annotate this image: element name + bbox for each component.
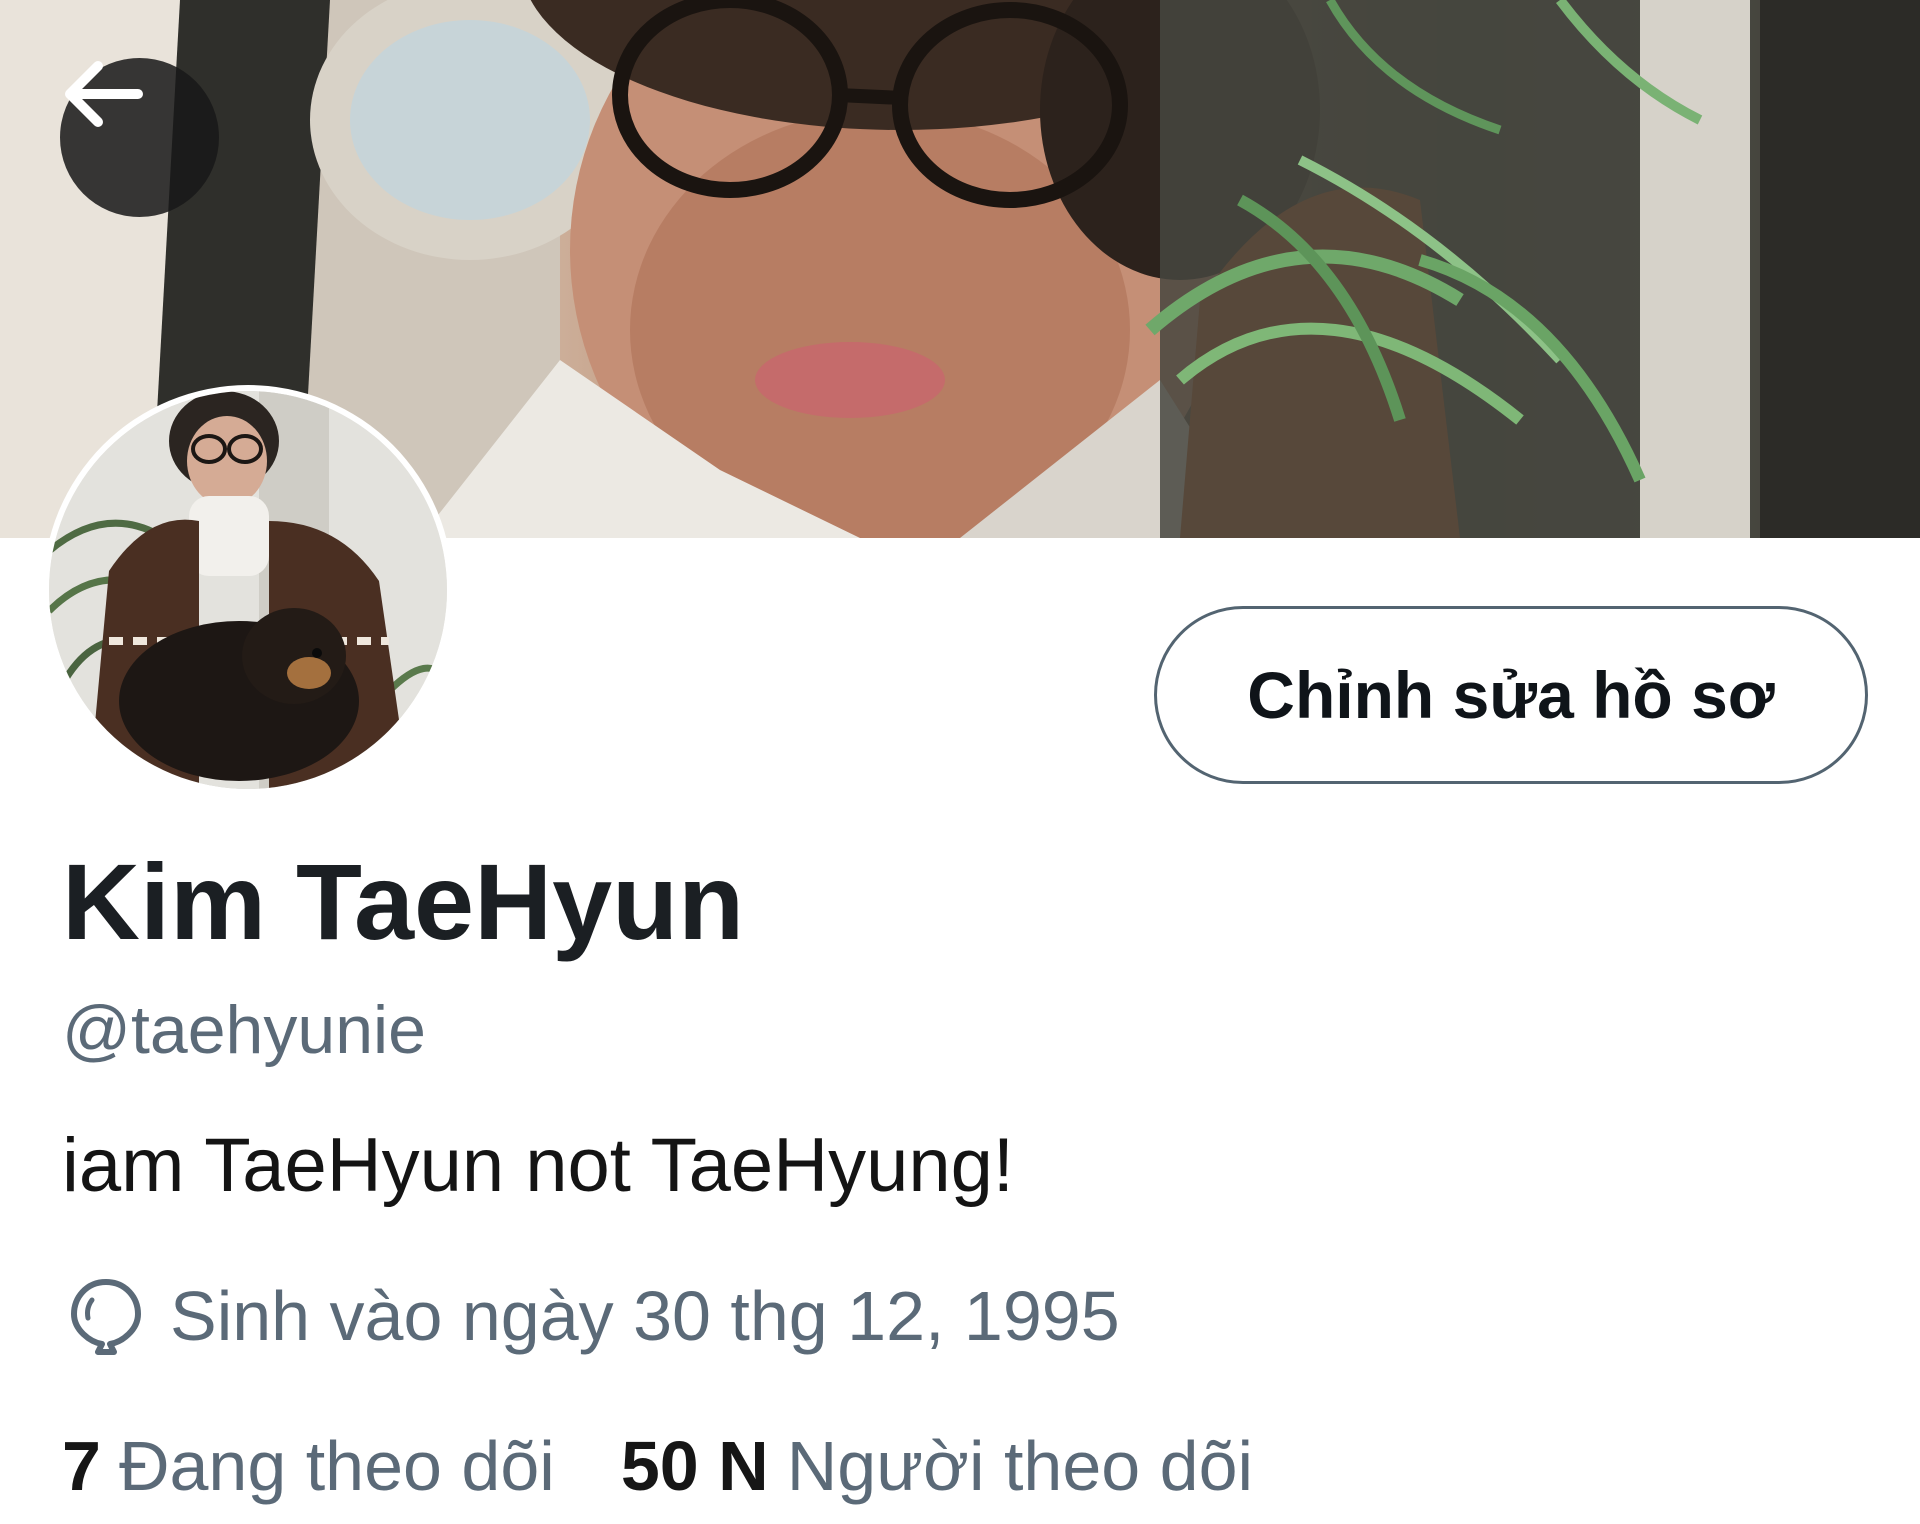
arrow-left-icon xyxy=(65,61,143,127)
profile-bio: iam TaeHyun not TaeHyung! xyxy=(62,1123,1015,1208)
profile-page: Chỉnh sửa hồ sơ Kim TaeHyun @taehyunie i… xyxy=(0,0,1920,1524)
following-label: Đang theo dõi xyxy=(118,1427,555,1505)
avatar-photo-illustration xyxy=(49,391,447,789)
followers-label: Người theo dõi xyxy=(786,1427,1254,1505)
followers-count: 50 N xyxy=(620,1427,769,1505)
following-link[interactable]: 7 Đang theo dõi xyxy=(62,1424,555,1508)
edit-profile-button-label: Chỉnh sửa hồ sơ xyxy=(1247,658,1775,732)
balloon-icon xyxy=(71,1279,141,1355)
follow-stats: 7 Đang theo dõi 50 N Người theo dõi xyxy=(62,1424,1253,1508)
avatar-photo xyxy=(49,391,447,789)
birth-date-row: Sinh vào ngày 30 thg 12, 1995 xyxy=(62,1272,1120,1360)
followers-link[interactable]: 50 N Người theo dõi xyxy=(621,1424,1253,1508)
following-count: 7 xyxy=(62,1427,101,1505)
back-button[interactable] xyxy=(60,58,219,217)
display-name: Kim TaeHyun xyxy=(62,841,745,962)
birth-date-text: Sinh vào ngày 30 thg 12, 1995 xyxy=(170,1277,1120,1355)
profile-avatar[interactable] xyxy=(43,385,453,795)
edit-profile-button[interactable]: Chỉnh sửa hồ sơ xyxy=(1154,606,1868,784)
user-handle: @taehyunie xyxy=(62,992,426,1068)
